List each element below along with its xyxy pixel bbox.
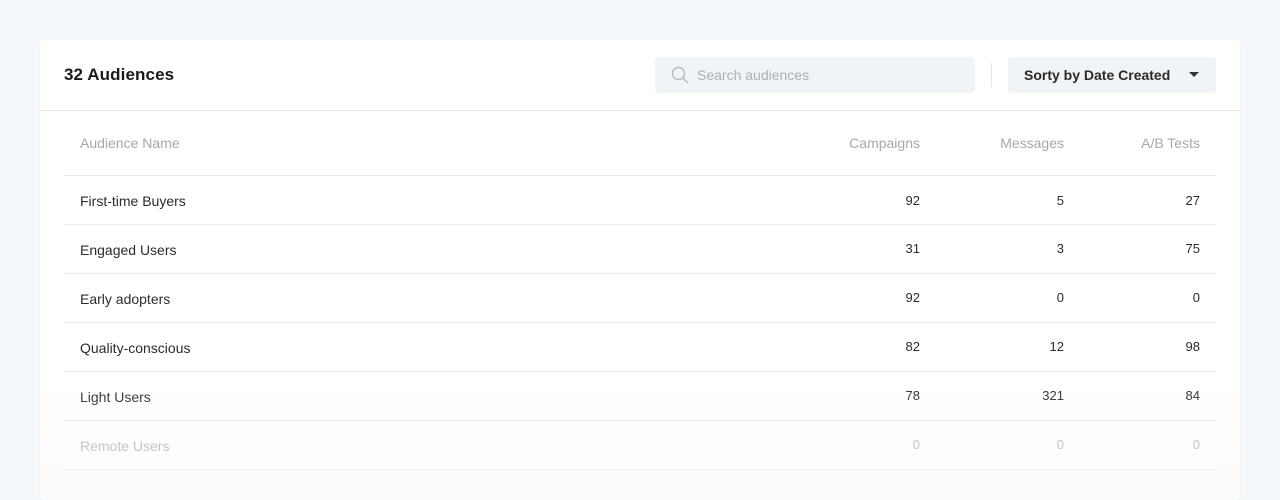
messages-cell: 321	[1042, 388, 1064, 403]
messages-cell: 3	[1056, 241, 1064, 256]
messages-cell: 0	[1056, 290, 1064, 305]
audience-name-cell: Early adopters	[80, 291, 171, 307]
search-box[interactable]	[655, 57, 975, 93]
card-header: 32 Audiences Sorty by Date Created	[40, 40, 1240, 111]
messages-cell: 5	[1056, 193, 1064, 208]
ab-tests-cell: 98	[1185, 339, 1200, 354]
column-header-ab-tests[interactable]: A/B Tests	[1064, 135, 1200, 151]
audience-name-cell: Quality-conscious	[80, 340, 191, 356]
campaigns-cell: 78	[905, 388, 920, 403]
audience-name-cell: First-time Buyers	[80, 193, 186, 209]
table-row[interactable]: Remote Users 0 0 0	[64, 421, 1216, 470]
search-input[interactable]	[697, 67, 937, 83]
audiences-card: 32 Audiences Sorty by Date Created Audie…	[40, 40, 1240, 500]
header-divider	[991, 63, 992, 87]
table-row[interactable]: Quality-conscious 82 12 98	[64, 323, 1216, 372]
table-row[interactable]: Light Users 78 321 84	[64, 372, 1216, 421]
ab-tests-cell: 75	[1185, 241, 1200, 256]
sort-label: Sorty by Date Created	[1024, 67, 1171, 83]
campaigns-cell: 92	[905, 290, 920, 305]
audience-name-cell: Engaged Users	[80, 242, 177, 258]
column-header-messages[interactable]: Messages	[920, 135, 1064, 151]
messages-cell: 12	[1049, 339, 1064, 354]
table-row[interactable]: First-time Buyers 92 5 27	[64, 176, 1216, 225]
campaigns-cell: 82	[905, 339, 920, 354]
campaigns-cell: 92	[905, 193, 920, 208]
table-header: Audience Name Campaigns Messages A/B Tes…	[64, 111, 1216, 176]
ab-tests-cell: 0	[1192, 437, 1200, 452]
sort-dropdown[interactable]: Sorty by Date Created	[1008, 57, 1216, 93]
campaigns-cell: 31	[905, 241, 920, 256]
column-header-campaigns[interactable]: Campaigns	[784, 135, 920, 151]
search-icon	[671, 66, 689, 84]
table-row[interactable]: Early adopters 92 0 0	[64, 274, 1216, 323]
column-header-audience-name[interactable]: Audience Name	[64, 135, 784, 151]
audience-name-cell: Remote Users	[80, 438, 170, 454]
ab-tests-cell: 27	[1185, 193, 1200, 208]
page-title: 32 Audiences	[64, 65, 175, 84]
messages-cell: 0	[1056, 437, 1064, 452]
ab-tests-cell: 84	[1185, 388, 1200, 403]
campaigns-cell: 0	[912, 437, 920, 452]
audiences-table: Audience Name Campaigns Messages A/B Tes…	[64, 111, 1216, 470]
ab-tests-cell: 0	[1192, 290, 1200, 305]
audience-name-cell: Light Users	[80, 389, 151, 405]
table-row[interactable]: Engaged Users 31 3 75	[64, 225, 1216, 274]
caret-down-icon	[1189, 72, 1199, 77]
